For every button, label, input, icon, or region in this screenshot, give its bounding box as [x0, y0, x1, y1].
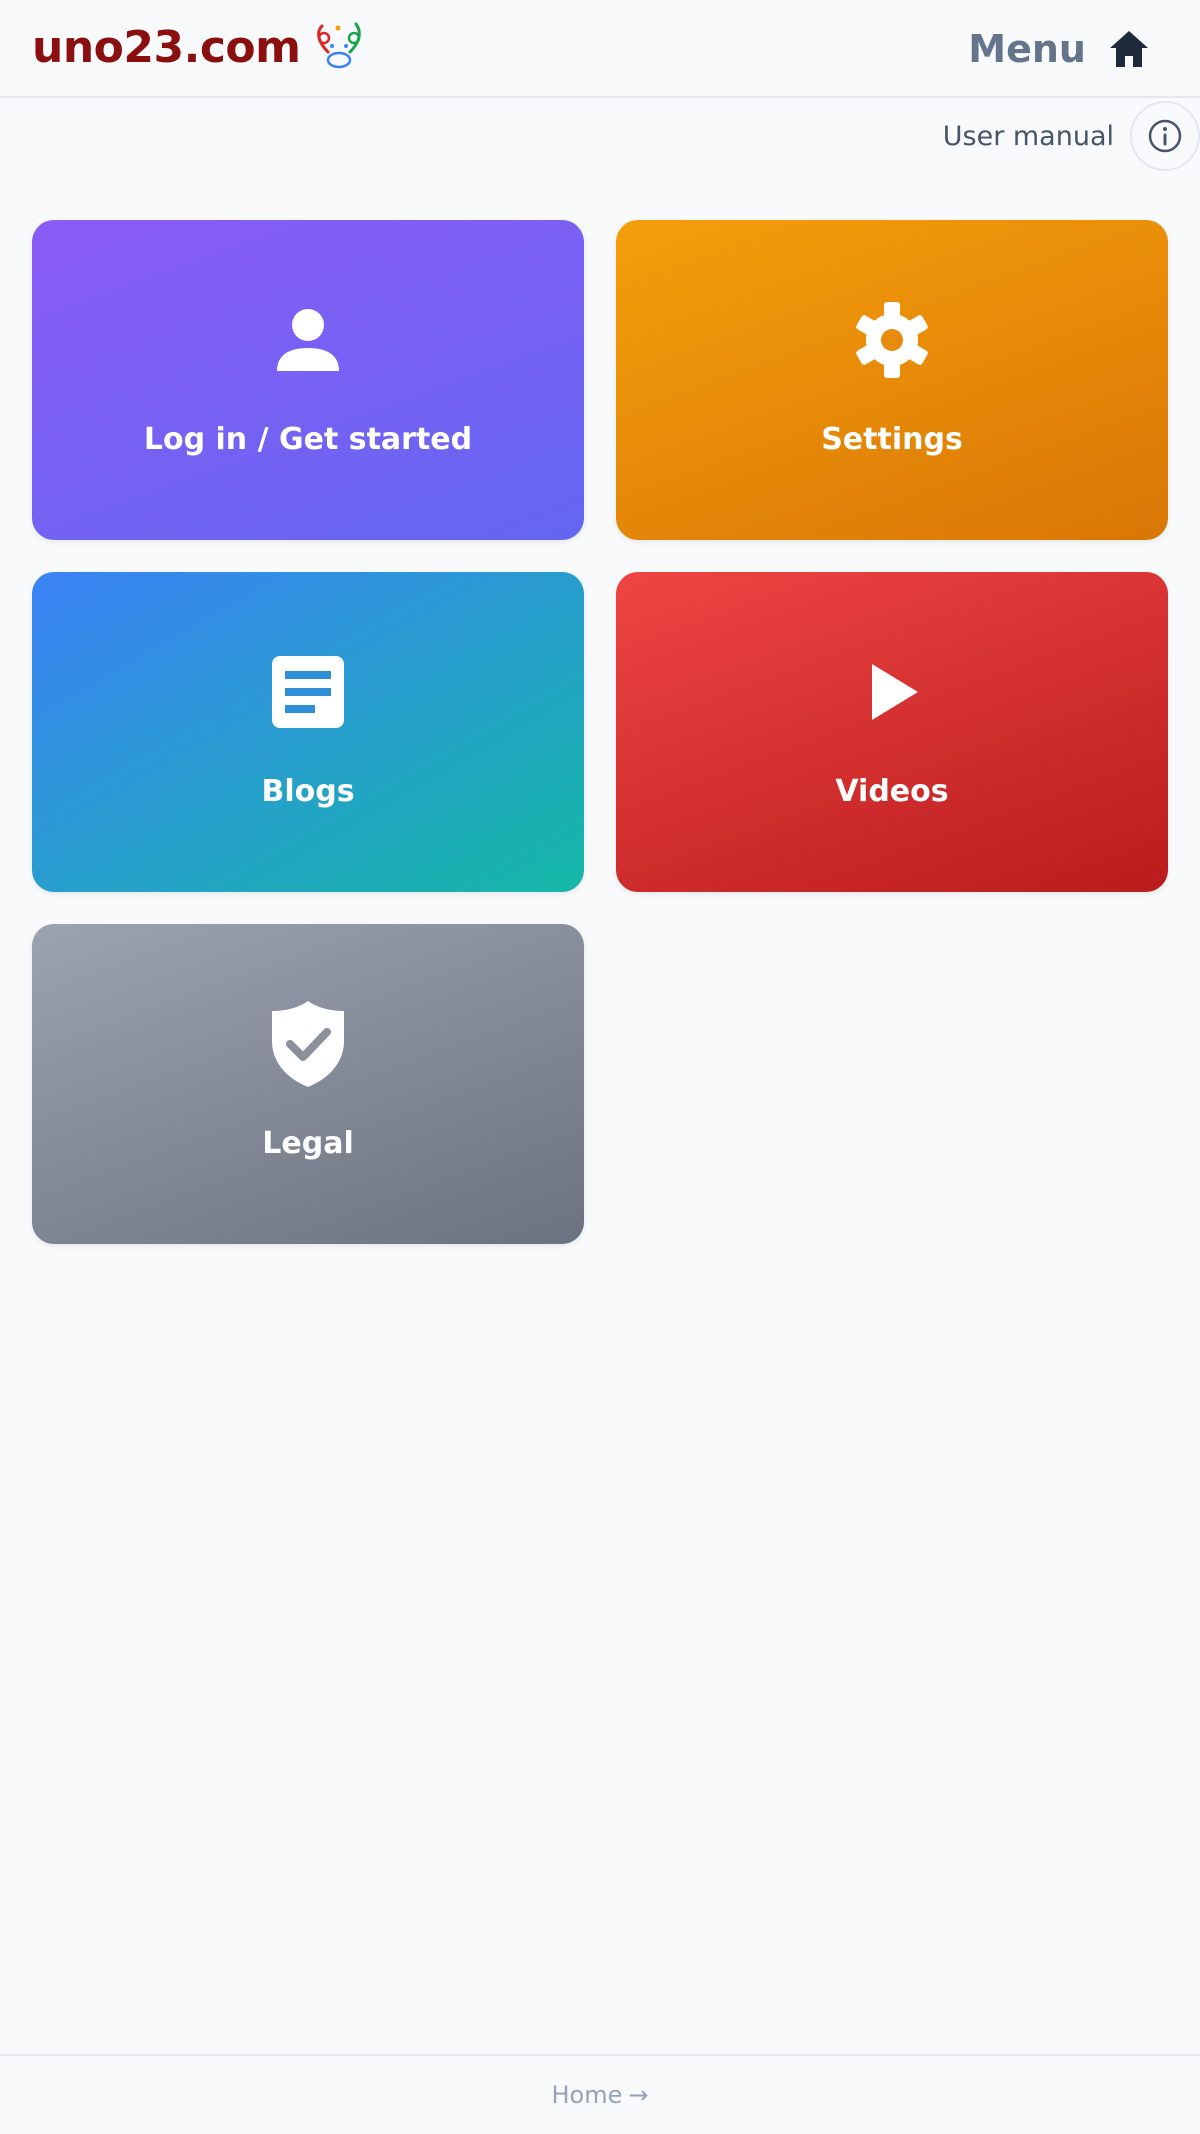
home-link[interactable]: Home → [552, 2081, 649, 2109]
home-link-label: Home [551, 2081, 623, 2109]
shield-check-icon [268, 1001, 348, 1087]
play-icon [852, 652, 932, 732]
user-manual-button[interactable] [1130, 101, 1200, 171]
brand-name[interactable]: uno23.com [32, 20, 301, 76]
arrow-right-icon: → [628, 2081, 649, 2109]
tile-label: Legal [262, 1126, 354, 1161]
tile-label: Videos [835, 774, 949, 809]
user-manual: User manual [943, 100, 1200, 172]
user-manual-label[interactable]: User manual [943, 121, 1114, 152]
uno23-logo-icon[interactable] [308, 20, 370, 74]
tile-videos[interactable]: Videos [616, 572, 1168, 892]
user-icon [268, 300, 348, 380]
top-navbar: uno23.com Menu [0, 0, 1200, 98]
menu-label: Menu [968, 27, 1086, 71]
info-icon [1148, 119, 1182, 153]
tile-label: Log in / Get started [143, 422, 473, 457]
document-icon [268, 652, 348, 732]
tile-login[interactable]: Log in / Get started [32, 220, 584, 540]
gear-icon [852, 300, 932, 380]
home-icon [1110, 31, 1148, 67]
tile-label: Blogs [261, 774, 355, 809]
footer: Home → [0, 2054, 1200, 2134]
tile-settings[interactable]: Settings [616, 220, 1168, 540]
tile-blogs[interactable]: Blogs [32, 572, 584, 892]
menu-button[interactable]: Menu [968, 24, 1150, 74]
tile-legal[interactable]: Legal [32, 924, 584, 1244]
tile-label: Settings [821, 422, 963, 457]
